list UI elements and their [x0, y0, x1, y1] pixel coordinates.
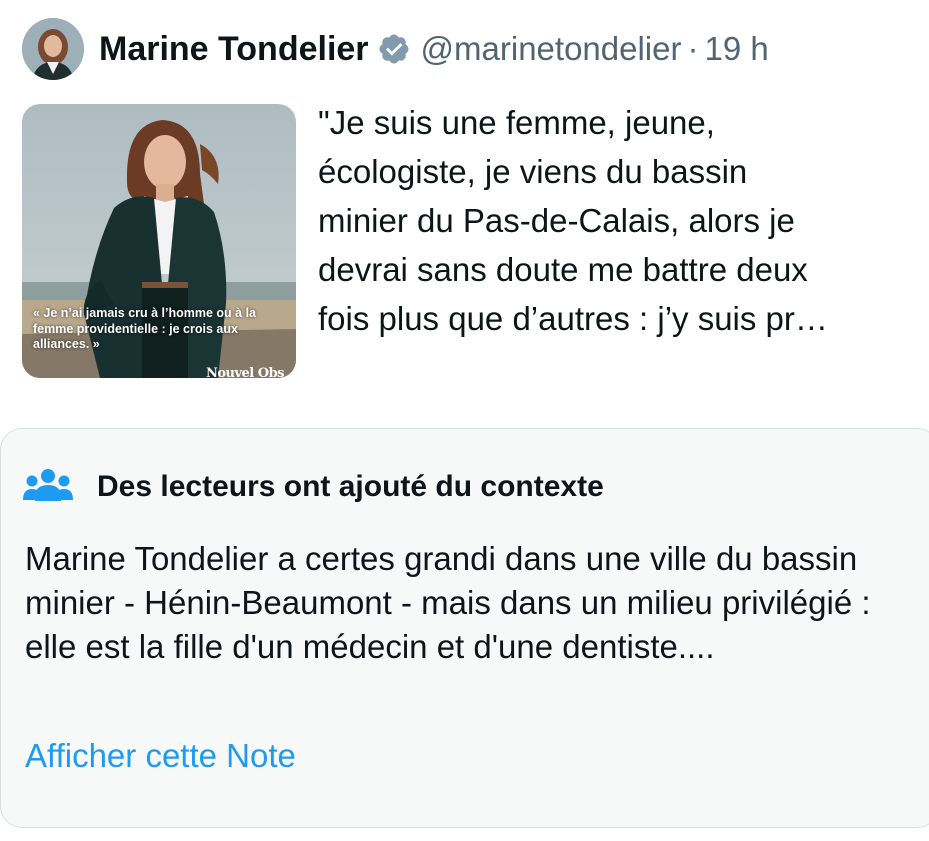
- separator-dot: ·: [687, 30, 699, 67]
- tweet-media-thumbnail[interactable]: « Je n’ai jamais cru à l’homme ou à la f…: [22, 104, 296, 378]
- show-note-link[interactable]: Afficher cette Note: [25, 737, 296, 775]
- community-note-body: Marine Tondelier a certes grandi dans un…: [25, 540, 871, 665]
- people-icon: [23, 469, 73, 501]
- community-note: Des lecteurs ont ajouté du contexte Mari…: [0, 428, 929, 828]
- tweet-header: Marine Tondelier @marinetondelier · 19 h: [22, 18, 922, 80]
- tweet-timestamp[interactable]: 19 h: [705, 30, 769, 68]
- community-note-title: Des lecteurs ont ajouté du contexte: [97, 470, 604, 503]
- verified-badge-icon: [379, 34, 409, 64]
- community-note-header: Des lecteurs ont ajouté du contexte: [23, 467, 604, 507]
- media-quote-overlay: « Je n’ai jamais cru à l’homme ou à la f…: [33, 306, 257, 351]
- author-name[interactable]: Marine Tondelier: [99, 30, 369, 69]
- tweet-text: "Je suis une femme, jeune, écologiste, j…: [318, 104, 828, 337]
- media-publisher-logo: Nouvel Obs: [205, 366, 285, 378]
- author-handle[interactable]: @marinetondelier: [421, 30, 682, 68]
- author-avatar[interactable]: [22, 18, 84, 80]
